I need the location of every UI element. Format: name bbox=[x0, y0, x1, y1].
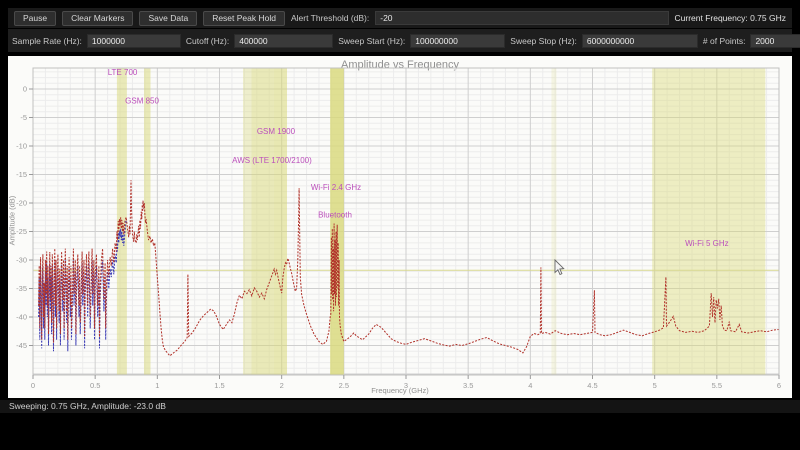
frequency-bands bbox=[117, 68, 765, 375]
sweep-stop-label: Sweep Stop (Hz): bbox=[510, 36, 577, 46]
spectrum-chart-panel[interactable]: Amplitude vs Frequency 00.511.522.533.54… bbox=[8, 56, 792, 398]
band-band-4-2 bbox=[551, 68, 556, 375]
annotation-label: Wi-Fi 2.4 GHz bbox=[311, 183, 361, 192]
band-wifi-5 bbox=[652, 68, 765, 375]
svg-text:0: 0 bbox=[23, 85, 27, 94]
plot-area[interactable]: 00.511.522.533.544.555.560-5-10-15-20-25… bbox=[8, 56, 792, 398]
reset-peak-hold-button[interactable]: Reset Peak Hold bbox=[203, 11, 285, 26]
annotation-label: Bluetooth bbox=[318, 210, 352, 219]
save-data-button[interactable]: Save Data bbox=[139, 11, 197, 26]
svg-text:-30: -30 bbox=[16, 256, 27, 265]
cutoff-label: Cutoff (Hz): bbox=[186, 36, 229, 46]
band-gsm-1900 bbox=[251, 68, 274, 375]
svg-text:-10: -10 bbox=[16, 142, 27, 151]
svg-text:-40: -40 bbox=[16, 313, 27, 322]
alert-threshold-input[interactable] bbox=[375, 11, 668, 25]
status-bar: Sweeping: 0.75 GHz, Amplitude: -23.0 dB bbox=[0, 400, 800, 413]
svg-text:-45: -45 bbox=[16, 341, 27, 350]
clear-markers-button[interactable]: Clear Markers bbox=[62, 11, 133, 26]
sample-rate-label: Sample Rate (Hz): bbox=[12, 36, 82, 46]
x-axis-label: Frequency (GHz) bbox=[8, 386, 792, 395]
band-wifi-24-bluetooth bbox=[330, 68, 344, 375]
current-frequency-readout: Current Frequency: 0.75 GHz bbox=[675, 13, 787, 23]
svg-text:-15: -15 bbox=[16, 170, 27, 179]
annotation-label: AWS (LTE 1700/2100) bbox=[232, 156, 312, 165]
settings-toolbar: Sample Rate (Hz): Cutoff (Hz): Sweep Sta… bbox=[8, 29, 792, 52]
svg-text:-5: -5 bbox=[20, 113, 27, 122]
svg-text:-35: -35 bbox=[16, 284, 27, 293]
y-tick-labels: 0 -5 -10 -15 -20 -25 -30 -35 -40 -45 bbox=[16, 85, 27, 351]
num-points-label: # of Points: bbox=[703, 36, 746, 46]
sweep-status-text: Sweeping: 0.75 GHz, Amplitude: -23.0 dB bbox=[9, 401, 166, 411]
annotation-label: LTE 700 bbox=[108, 68, 138, 77]
num-points-input[interactable] bbox=[750, 34, 800, 48]
band-aws-2100 bbox=[274, 68, 287, 375]
annotation-label: Wi-Fi 5 GHz bbox=[685, 239, 729, 248]
pause-button[interactable]: Pause bbox=[14, 11, 56, 26]
svg-text:-20: -20 bbox=[16, 199, 27, 208]
y-axis-label: Amplitude (dB) bbox=[8, 191, 17, 251]
band-aws-uplink bbox=[243, 68, 251, 375]
cutoff-input[interactable] bbox=[234, 34, 333, 48]
alert-threshold-label: Alert Threshold (dB): bbox=[291, 13, 369, 23]
sample-rate-input[interactable] bbox=[87, 34, 181, 48]
spectrum-analyzer-window: Pause Clear Markers Save Data Reset Peak… bbox=[0, 0, 800, 450]
sweep-start-input[interactable] bbox=[410, 34, 505, 48]
top-toolbar: Pause Clear Markers Save Data Reset Peak… bbox=[8, 8, 792, 28]
annotation-label: GSM 850 bbox=[125, 96, 159, 105]
sweep-stop-input[interactable] bbox=[582, 34, 698, 48]
sweep-start-label: Sweep Start (Hz): bbox=[338, 36, 405, 46]
svg-text:-25: -25 bbox=[16, 227, 27, 236]
annotation-label: GSM 1900 bbox=[257, 127, 296, 136]
